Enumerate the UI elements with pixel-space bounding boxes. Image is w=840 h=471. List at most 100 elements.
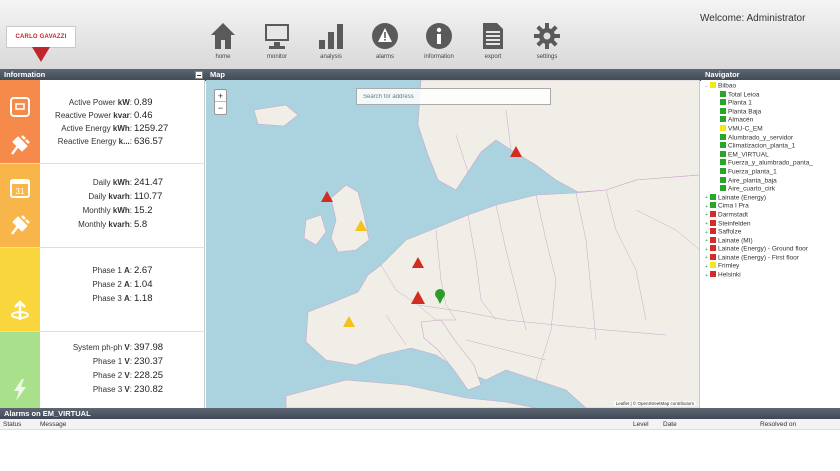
status-square-icon (720, 176, 726, 183)
current-section: Phase 1 A: 2.67 Phase 2 A: 1.04 Phase 3 A:… (0, 248, 205, 332)
voltage-section: System ph-ph V: 397.98 Phase 1 V: 230.37 P… (0, 332, 205, 408)
navigator-item-label: Fuerza_y_alumbrado_panta_ (728, 159, 813, 167)
navigator-item[interactable]: Aire_cuarto_cirk (705, 185, 813, 194)
nav-home-button[interactable]: home (196, 20, 250, 66)
navigator-item-label: Total Leioa (728, 91, 760, 99)
nav-analysis-button[interactable]: analysis (304, 20, 358, 66)
carlo-gavazzi-logo[interactable]: CARLO GAVAZZI (6, 16, 76, 66)
svg-text:31: 31 (16, 187, 25, 196)
navigator-item[interactable]: + Lainate (Energy) - First floor (705, 253, 813, 263)
navigator-item-label: Fuerza_planta_1 (728, 168, 777, 176)
status-square-icon (720, 99, 726, 106)
navigator-tree: − Bilbao Total Leioa Planta 1 Planta Baja Alm… (705, 82, 813, 280)
navigator-item[interactable]: + Lainate (Energy) - Ground floor (705, 245, 813, 254)
navigator-item[interactable]: Fuerza_planta_1 (705, 167, 813, 177)
map-attribution[interactable]: Leaflet | © OpenStreetMap contributors (613, 401, 696, 406)
navigator-item[interactable]: Aire_planta_baja (705, 176, 813, 186)
info-row: Active Energy kWh: 1259.27 (61, 123, 169, 134)
status-square-icon (710, 82, 716, 88)
navigator-item[interactable]: VMU-C_EM (705, 124, 813, 134)
col-level[interactable]: Level (633, 419, 649, 430)
navigator-item-label: Lainate (Energy) - Ground floor (718, 245, 808, 253)
zoom-in-button[interactable]: + (215, 90, 226, 102)
status-square-icon (720, 167, 726, 174)
navigator-item[interactable]: + Frimley (705, 262, 813, 271)
navigator-item[interactable]: + Lainate (MI) (705, 236, 813, 246)
map-tiles (253, 80, 699, 408)
status-square-icon (710, 202, 716, 209)
collapse-panel-button[interactable] (195, 71, 203, 79)
nav-information-button[interactable]: information (412, 20, 466, 66)
energy-strip: 31 (0, 164, 40, 247)
navigator-item[interactable]: + Saffolze (705, 228, 813, 237)
status-square-icon (720, 159, 726, 166)
col-resolved-on[interactable]: Resolved on (760, 419, 796, 430)
navigator-item[interactable]: Climatizacion_planta_1 (705, 142, 813, 151)
zoom-out-button[interactable]: − (215, 102, 226, 114)
app-header: CARLO GAVAZZI home monitor analysis alar… (0, 0, 840, 70)
navigator-item[interactable]: Almacén (705, 116, 813, 125)
navigator-item-label: Planta 1 (728, 99, 752, 107)
nav-alarms-label: alarms (375, 54, 394, 60)
navigator-title: Navigator (705, 70, 740, 79)
nav-settings-button[interactable]: settings (520, 20, 574, 66)
gear-icon (531, 20, 563, 52)
navigator-item[interactable]: Planta 1 (705, 99, 813, 108)
navigator-item[interactable]: + Cima I Pra (705, 202, 813, 211)
navigator-item[interactable]: + Darmstadt (705, 210, 813, 220)
status-square-icon (720, 116, 726, 123)
navigator-item[interactable]: − Bilbao (705, 82, 813, 91)
current-flow-icon (8, 300, 32, 324)
europe-map[interactable]: + − Leaflet | © OpenStreetMap contributo… (206, 80, 700, 408)
voltage-strip (0, 332, 40, 408)
nav-export-button[interactable]: export (466, 20, 520, 66)
navigator-item[interactable]: + Helsinki (705, 271, 813, 280)
info-row: Daily kWh: 241.47 (92, 177, 164, 188)
tree-expander-icon[interactable]: + (705, 272, 709, 281)
alarm-marker[interactable] (321, 191, 333, 202)
navigator-item[interactable]: Total Leioa (705, 90, 813, 100)
status-square-icon (710, 228, 716, 235)
navigator-item[interactable]: EM_VIRTUAL (705, 150, 813, 160)
welcome-user: Welcome: Administrator (700, 13, 806, 24)
status-square-icon (710, 210, 716, 217)
navigator-item-label: Lainate (Energy) (718, 194, 767, 202)
navigator-item[interactable]: Planta Baja (705, 107, 813, 117)
navigator-item-label: Saffolze (718, 228, 742, 236)
col-message[interactable]: Message (40, 419, 66, 430)
navigator-item[interactable]: + Lainate (Energy) (705, 193, 813, 203)
nav-analysis-label: analysis (320, 54, 342, 60)
status-square-icon (710, 193, 716, 200)
logo-triangle-icon (32, 47, 50, 62)
col-date[interactable]: Date (663, 419, 677, 430)
logo-text: CARLO GAVAZZI (6, 26, 76, 48)
navigator-item-label: Helsinki (718, 271, 741, 279)
navigator-item-label: Darmstadt (718, 211, 748, 219)
status-square-icon (710, 271, 716, 278)
info-row: Reactive Power kvar: 0.46 (55, 110, 153, 121)
address-search-input[interactable] (356, 88, 551, 105)
alarm-warning-icon (369, 20, 401, 52)
navigator-item[interactable]: + Steinfelden (705, 219, 813, 229)
nav-alarms-button[interactable]: alarms (358, 20, 412, 66)
status-square-icon (720, 90, 726, 97)
navigator-item-label: EM_VIRTUAL (728, 151, 769, 159)
info-row: Phase 3 A: 1.18 (92, 293, 153, 304)
status-square-icon (720, 107, 726, 114)
navigator-item-label: VMU-C_EM (728, 125, 763, 133)
status-square-icon (720, 124, 726, 131)
nav-monitor-button[interactable]: monitor (250, 20, 304, 66)
col-status[interactable]: Status (3, 419, 21, 430)
navigator-item-label: Lainate (Energy) - First floor (718, 254, 799, 262)
nav-export-label: export (484, 54, 502, 60)
navigator-item[interactable]: Alumbrado_y_servidor (705, 133, 813, 143)
info-icon (423, 20, 455, 52)
status-square-icon (720, 142, 726, 149)
info-row: Phase 1 V: 230.37 (92, 356, 164, 367)
alarms-table-header: Status Message Level Date Resolved on (0, 419, 840, 430)
document-icon (477, 20, 509, 52)
navigator-item[interactable]: Fuerza_y_alumbrado_panta_ (705, 159, 813, 168)
navigator-item-label: Almacén (728, 116, 754, 124)
navigator-panel: − Bilbao Total Leioa Planta 1 Planta Baja Alm… (701, 80, 840, 408)
navigator-item-label: Climatizacion_planta_1 (728, 142, 796, 150)
